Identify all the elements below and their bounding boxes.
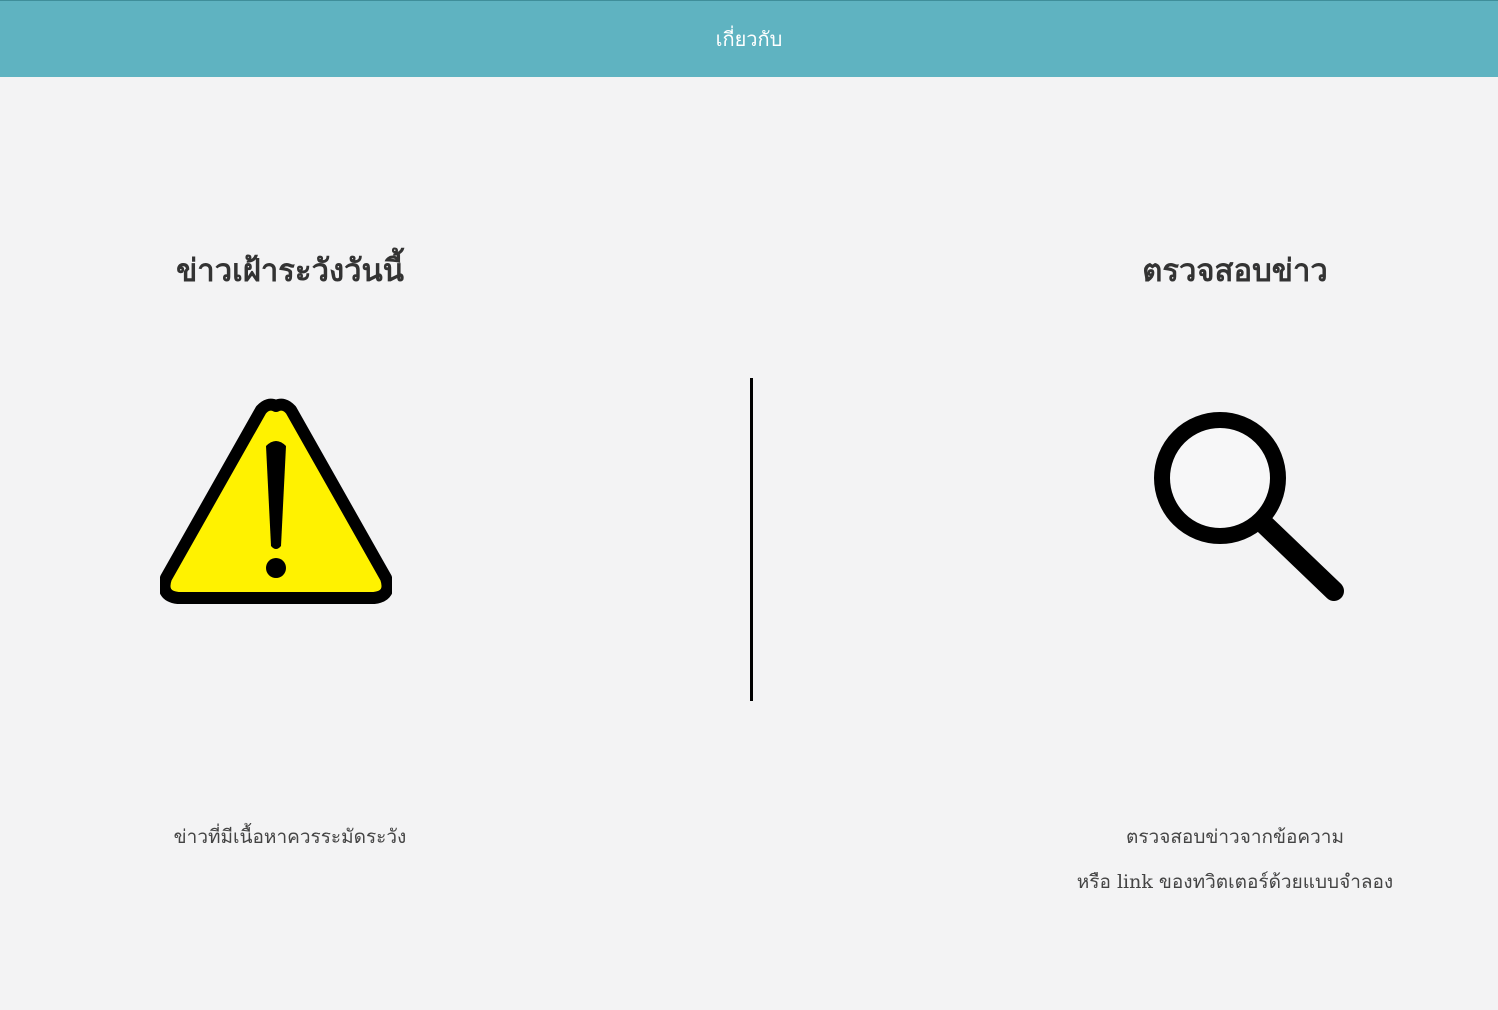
- watch-news-description-text: ข่าวที่มีเนื้อหาควรระมัดระวัง: [173, 826, 407, 848]
- magnifier-icon[interactable]: [1150, 405, 1350, 605]
- check-news-description: ตรวจสอบข่าวจากข้อความ หรือ link ของทวิตเ…: [1035, 815, 1435, 905]
- watch-news-description: ข่าวที่มีเนื้อหาควรระมัดระวัง: [90, 815, 490, 860]
- panel-divider: [750, 378, 753, 701]
- check-news-description-line2: หรือ link ของทวิตเตอร์ด้วยแบบจำลอง: [1076, 871, 1394, 893]
- watch-news-panel: ข่าวเฝ้าระวังวันนี้ ข่าวที่มีเนื้อหาควรร…: [90, 0, 490, 1010]
- check-news-panel: ตรวจสอบข่าว ตรวจสอบข่าวจากข้อความ หรือ l…: [1035, 0, 1435, 1010]
- check-news-title[interactable]: ตรวจสอบข่าว: [1035, 245, 1435, 295]
- warning-triangle-icon[interactable]: [158, 398, 394, 606]
- watch-news-title[interactable]: ข่าวเฝ้าระวังวันนี้: [90, 245, 490, 295]
- check-news-description-line1: ตรวจสอบข่าวจากข้อความ: [1125, 826, 1345, 848]
